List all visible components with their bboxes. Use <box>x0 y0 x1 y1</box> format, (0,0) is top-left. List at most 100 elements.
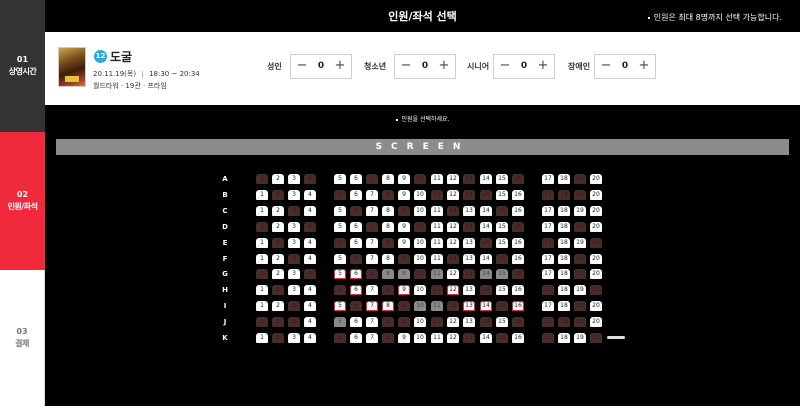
seat-e4[interactable]: 4 <box>304 238 316 248</box>
seat-b20[interactable]: 20 <box>590 190 602 200</box>
seat-g11[interactable]: 11 <box>431 269 443 279</box>
seat-c10[interactable]: 10 <box>414 206 426 216</box>
step-people-seats[interactable]: 02 인원/좌석 <box>0 132 45 270</box>
seat-f8[interactable]: 8 <box>382 254 394 264</box>
seat-e16[interactable]: 16 <box>512 238 524 248</box>
seat-a9[interactable]: 9 <box>398 174 410 184</box>
seat-i18[interactable]: 18 <box>558 301 570 311</box>
seat-k18[interactable]: 18 <box>558 333 570 343</box>
seat-h13[interactable]: 13 <box>463 285 475 295</box>
seat-h7[interactable]: 7 <box>366 285 378 295</box>
seat-i1[interactable]: 1 <box>256 301 268 311</box>
seat-h19[interactable]: 19 <box>574 285 586 295</box>
seat-h4[interactable]: 4 <box>304 285 316 295</box>
seat-j10[interactable]: 10 <box>414 317 426 327</box>
seat-h1[interactable]: 1 <box>256 285 268 295</box>
seat-c17[interactable]: 17 <box>542 206 554 216</box>
seat-a3[interactable]: 3 <box>288 174 300 184</box>
seat-k19[interactable]: 19 <box>574 333 586 343</box>
seat-g20[interactable]: 20 <box>590 269 602 279</box>
seat-d20[interactable]: 20 <box>590 222 602 232</box>
seat-i17[interactable]: 17 <box>542 301 554 311</box>
seat-d2[interactable]: 2 <box>272 222 284 232</box>
seat-f16[interactable]: 16 <box>512 254 524 264</box>
seat-a12[interactable]: 12 <box>447 174 459 184</box>
seat-i14[interactable]: 14 <box>480 301 492 311</box>
seat-g14[interactable]: 14 <box>480 269 492 279</box>
seat-c1[interactable]: 1 <box>256 206 268 216</box>
seat-f7[interactable]: 7 <box>366 254 378 264</box>
seat-j7[interactable]: 7 <box>366 317 378 327</box>
seat-g12[interactable]: 12 <box>447 269 459 279</box>
seat-i20[interactable]: 20 <box>590 301 602 311</box>
seat-b3[interactable]: 3 <box>288 190 300 200</box>
seat-d17[interactable]: 17 <box>542 222 554 232</box>
seat-b1[interactable]: 1 <box>256 190 268 200</box>
seat-d5[interactable]: 5 <box>334 222 346 232</box>
step-payment[interactable]: 03 결제 <box>0 270 45 406</box>
seat-b6[interactable]: 6 <box>350 190 362 200</box>
seat-e18[interactable]: 18 <box>558 238 570 248</box>
seat-h18[interactable]: 18 <box>558 285 570 295</box>
seat-i10[interactable]: 10 <box>414 301 426 311</box>
seat-a20[interactable]: 20 <box>590 174 602 184</box>
seat-c8[interactable]: 8 <box>382 206 394 216</box>
seat-c7[interactable]: 7 <box>366 206 378 216</box>
seat-f10[interactable]: 10 <box>414 254 426 264</box>
plus-button[interactable]: + <box>534 55 552 78</box>
seat-k16[interactable]: 16 <box>512 333 524 343</box>
seat-h9[interactable]: 9 <box>398 285 410 295</box>
seat-j4[interactable]: 4 <box>304 317 316 327</box>
seat-e7[interactable]: 7 <box>366 238 378 248</box>
seat-g15[interactable]: 15 <box>496 269 508 279</box>
seat-e6[interactable]: 6 <box>350 238 362 248</box>
seat-i4[interactable]: 4 <box>304 301 316 311</box>
seat-k3[interactable]: 3 <box>288 333 300 343</box>
seat-g3[interactable]: 3 <box>288 269 300 279</box>
seat-i13[interactable]: 13 <box>463 301 475 311</box>
seat-e12[interactable]: 12 <box>447 238 459 248</box>
plus-button[interactable]: + <box>331 55 349 78</box>
seat-g2[interactable]: 2 <box>272 269 284 279</box>
seat-d18[interactable]: 18 <box>558 222 570 232</box>
seat-c13[interactable]: 13 <box>463 206 475 216</box>
seat-k9[interactable]: 9 <box>398 333 410 343</box>
seat-e13[interactable]: 13 <box>463 238 475 248</box>
seat-f1[interactable]: 1 <box>256 254 268 264</box>
seat-e15[interactable]: 15 <box>496 238 508 248</box>
seat-c5[interactable]: 5 <box>334 206 346 216</box>
seat-d12[interactable]: 12 <box>447 222 459 232</box>
seat-a17[interactable]: 17 <box>542 174 554 184</box>
seat-c2[interactable]: 2 <box>272 206 284 216</box>
seat-a8[interactable]: 8 <box>382 174 394 184</box>
seat-a14[interactable]: 14 <box>480 174 492 184</box>
seat-f14[interactable]: 14 <box>480 254 492 264</box>
seat-j13[interactable]: 13 <box>463 317 475 327</box>
seat-e1[interactable]: 1 <box>256 238 268 248</box>
seat-k7[interactable]: 7 <box>366 333 378 343</box>
seat-f2[interactable]: 2 <box>272 254 284 264</box>
seat-e10[interactable]: 10 <box>414 238 426 248</box>
plus-button[interactable]: + <box>435 55 453 78</box>
seat-e19[interactable]: 19 <box>574 238 586 248</box>
seat-c4[interactable]: 4 <box>304 206 316 216</box>
seat-k10[interactable]: 10 <box>414 333 426 343</box>
seat-d11[interactable]: 11 <box>431 222 443 232</box>
seat-c19[interactable]: 19 <box>574 206 586 216</box>
seat-i7[interactable]: 7 <box>366 301 378 311</box>
seat-c18[interactable]: 18 <box>558 206 570 216</box>
seat-a15[interactable]: 15 <box>496 174 508 184</box>
seat-d9[interactable]: 9 <box>398 222 410 232</box>
seat-c16[interactable]: 16 <box>512 206 524 216</box>
plus-button[interactable]: + <box>635 55 653 78</box>
seat-b15[interactable]: 15 <box>496 190 508 200</box>
seat-c11[interactable]: 11 <box>431 206 443 216</box>
seat-b16[interactable]: 16 <box>512 190 524 200</box>
seat-g18[interactable]: 18 <box>558 269 570 279</box>
seat-h16[interactable]: 16 <box>512 285 524 295</box>
seat-j5[interactable]: 5 <box>334 317 346 327</box>
seat-a18[interactable]: 18 <box>558 174 570 184</box>
seat-b4[interactable]: 4 <box>304 190 316 200</box>
seat-e11[interactable]: 11 <box>431 238 443 248</box>
seat-j20[interactable]: 20 <box>590 317 602 327</box>
